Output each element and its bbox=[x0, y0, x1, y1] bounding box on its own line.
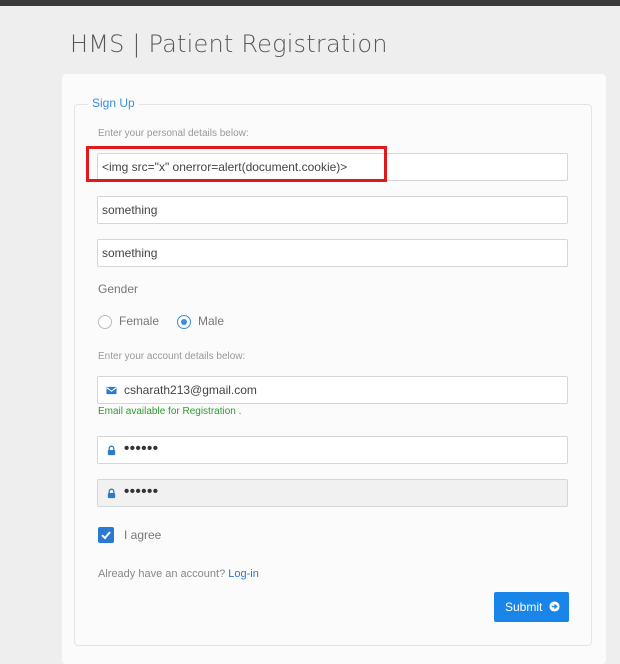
confirm-password-input[interactable]: •••••• bbox=[97, 479, 568, 507]
page-title: HMS | Patient Registration bbox=[70, 30, 388, 58]
submit-label: Submit bbox=[505, 600, 543, 614]
confirm-password-value: •••••• bbox=[124, 483, 159, 500]
gender-male-radio[interactable] bbox=[177, 315, 191, 329]
envelope-icon bbox=[106, 386, 117, 395]
lock-icon bbox=[107, 488, 116, 499]
xss-highlight-box bbox=[86, 146, 387, 182]
top-bar bbox=[0, 0, 620, 6]
already-account-text: Already have an account? Log-in bbox=[98, 568, 259, 580]
personal-details-hint: Enter your personal details below: bbox=[98, 128, 249, 139]
login-link[interactable]: Log-in bbox=[228, 568, 259, 580]
agree-label: I agree bbox=[124, 528, 162, 542]
signup-fieldset bbox=[74, 104, 592, 646]
address-input[interactable]: something bbox=[97, 196, 568, 224]
submit-button[interactable]: Submit bbox=[494, 592, 569, 622]
email-input[interactable]: csharath213@gmail.com bbox=[97, 376, 568, 404]
agree-checkbox[interactable] bbox=[98, 527, 114, 543]
gender-female-label: Female bbox=[119, 314, 160, 328]
lock-icon bbox=[107, 445, 116, 456]
password-input[interactable]: •••••• bbox=[97, 436, 568, 464]
account-details-hint: Enter your account details below: bbox=[98, 351, 246, 362]
gender-label: Gender bbox=[98, 282, 139, 296]
gender-male-label: Male bbox=[198, 314, 225, 328]
password-value: •••••• bbox=[124, 440, 159, 457]
arrow-right-circle-icon bbox=[549, 601, 560, 612]
city-input[interactable]: something bbox=[97, 239, 568, 267]
address-value: something bbox=[102, 203, 158, 217]
city-value: something bbox=[102, 246, 158, 260]
email-value: csharath213@gmail.com bbox=[124, 383, 257, 397]
gender-female-radio[interactable] bbox=[98, 315, 112, 329]
email-status-text: Email available for Registration . bbox=[98, 406, 242, 417]
signup-legend: Sign Up bbox=[88, 96, 139, 110]
already-account-label: Already have an account? bbox=[98, 568, 226, 580]
checkmark-icon bbox=[101, 531, 111, 540]
